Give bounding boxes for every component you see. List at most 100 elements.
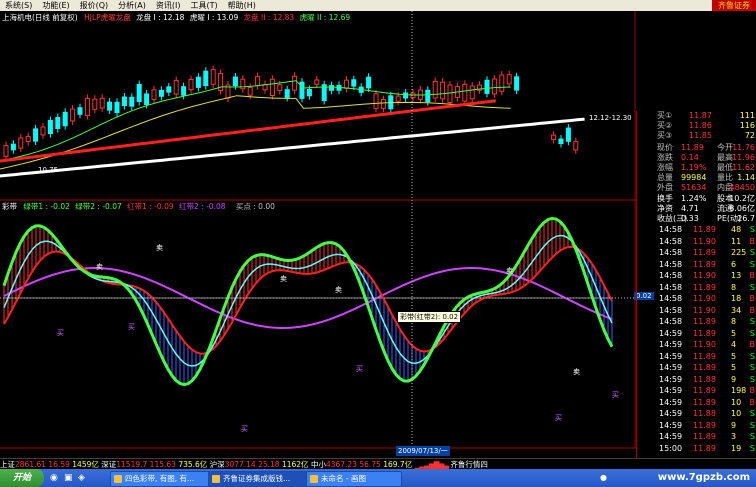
candle-body <box>121 96 127 107</box>
finance-row: 净资 4.71 流通 8.06亿 <box>637 204 756 214</box>
tick-time: 14:58 <box>659 282 683 292</box>
tick-time: 14:58 <box>659 294 683 303</box>
buy-marker: 买 <box>555 414 562 422</box>
chart-background <box>0 11 636 458</box>
tick-direction: S <box>749 225 755 234</box>
recent-range-label: 12.12-12.30 <box>589 114 632 122</box>
start-button[interactable]: 开始 <box>0 469 44 487</box>
tick-time: 14:59 <box>659 374 683 384</box>
menu-help[interactable]: 帮助(H) <box>223 0 261 11</box>
indicator-title: 彩带 <box>2 202 17 211</box>
tray-icon[interactable]: ● <box>600 473 607 482</box>
indicator-name: HJLP虎曜龙盘 <box>84 13 131 22</box>
bid-label: 买① <box>657 111 673 120</box>
tick-price: 11.89 <box>693 363 716 372</box>
tick-row: 15:00 11.89 19 S <box>637 444 756 454</box>
tick-row: 14:58 11.89 8 S <box>637 317 756 327</box>
candle-body <box>469 85 475 100</box>
menu-system[interactable]: 系统(S) <box>0 0 37 11</box>
tick-volume: 9 <box>731 420 737 430</box>
quote-key: 总量 <box>657 173 673 182</box>
hs-index-change: 25.18 <box>258 460 280 469</box>
tick-price: 11.89 <box>693 248 716 257</box>
tick-row: 14:58 11.90 34 B <box>637 306 756 316</box>
window-icon <box>114 475 122 483</box>
sz-index-value: 11519.7 <box>116 460 148 469</box>
tick-volume: 5 <box>731 351 737 361</box>
finance-value: 4.71 <box>681 204 699 213</box>
candle-body <box>432 80 438 99</box>
tick-time: 14:59 <box>659 351 683 361</box>
candle-body <box>269 78 275 96</box>
candle-body <box>92 98 98 110</box>
candle-body <box>499 74 505 92</box>
candle-body <box>403 92 409 99</box>
quote-key: 量比 <box>717 173 733 182</box>
candle-body <box>299 81 305 99</box>
hs-index-value: 3077.14 <box>224 460 256 469</box>
bid-label: 买③ <box>657 131 673 140</box>
candle-body <box>210 69 216 85</box>
sh-index-amount: 1459亿 <box>72 460 99 469</box>
candle-body <box>255 76 261 87</box>
red-band-2-value: 红带2 : -0.08 <box>179 202 226 211</box>
candle-body <box>10 143 16 151</box>
quicklaunch-ie-icon[interactable]: ◉ <box>50 473 58 483</box>
sell-marker: 卖 <box>506 267 513 275</box>
candle-body <box>40 126 46 136</box>
main-chart-header: 上海机电(日线 前复权) HJLP虎曜龙盘 龙盘 I : 12.18 虎曜 I … <box>2 12 350 23</box>
candle-body <box>166 86 172 93</box>
candle-body <box>491 78 497 95</box>
quote-panel: 买① 11.87 111 买② 11.86 116 买③ 11.85 72 现价 11.89 今开 1… <box>636 111 756 458</box>
quote-row: 涨幅 1.19% 最低 11.62 <box>637 163 756 173</box>
candle-body <box>158 89 164 97</box>
quote-row: 现价 11.89 今开 11.76 <box>637 143 756 153</box>
zx-index-amount: 169.7亿 <box>383 460 413 469</box>
finance-key: 净资 <box>657 204 673 213</box>
taskbar-button-paint[interactable]: 未命名 - 画图 <box>306 471 402 487</box>
stock-title: 上海机电(日线 前复权) <box>2 13 78 22</box>
buy-marker: 买 <box>612 391 619 399</box>
quicklaunch-media-icon[interactable]: ◈ <box>78 473 85 483</box>
tick-row: 14:59 11.89 5 S <box>637 329 756 339</box>
candle-body <box>84 97 90 117</box>
menu-quote[interactable]: 报价(Q) <box>75 0 114 11</box>
chart-area[interactable]: 13.5013.2513.0012.7512.5012.2512.0011.75… <box>0 11 636 458</box>
taskbar-button-label: 齐鲁证券集成版钱... <box>223 474 291 483</box>
tick-row: 14:59 11.89 10 B <box>637 398 756 408</box>
candle-body <box>558 138 564 145</box>
quote-value: 11.96 <box>732 153 755 162</box>
menu-tools[interactable]: 工具(T) <box>186 0 223 11</box>
candle-body <box>462 83 468 102</box>
candle-body <box>114 101 120 114</box>
candle-body <box>99 97 105 109</box>
tick-price: 11.89 <box>693 351 716 361</box>
tick-direction: B <box>749 271 756 280</box>
quote-value: 0.14 <box>681 153 699 162</box>
taskbar-button-trading-app[interactable]: 齐鲁证券集成版钱... <box>208 471 318 487</box>
tick-volume: 11 <box>731 236 742 246</box>
candle-body <box>3 145 9 157</box>
sz-index-change: 115.63 <box>149 460 176 469</box>
tick-direction: B <box>749 294 756 303</box>
tick-row: 14:58 11.89 6 S <box>637 260 756 270</box>
tick-price: 11.89 <box>693 443 716 453</box>
tick-volume: 198 <box>731 386 747 395</box>
menu-analysis[interactable]: 分析(A) <box>113 0 151 11</box>
quote-value: 1.14 <box>737 173 755 182</box>
tick-time: 14:58 <box>659 317 683 326</box>
tick-time: 14:59 <box>659 420 683 430</box>
cursor-date-badge: 2009/07/13/一 <box>396 446 450 456</box>
tick-volume: 18 <box>731 294 742 303</box>
huyao-1-value: 虎曜 I : 13.09 <box>189 13 239 22</box>
quote-value: 99984 <box>681 173 707 182</box>
quicklaunch-desktop-icon[interactable]: ▣ <box>64 473 73 483</box>
menu-info[interactable]: 资讯(I) <box>151 0 186 11</box>
taskbar-button-forum[interactable]: 四色彩带, 有图, 有... <box>110 471 220 487</box>
tick-price: 11.89 <box>693 282 716 292</box>
tick-time: 14:59 <box>659 397 683 407</box>
buy-marker: 买 <box>128 323 135 331</box>
tick-volume: 48 <box>731 225 742 234</box>
menu-function[interactable]: 功能(E) <box>37 0 74 11</box>
sh-index-label: 上证 <box>0 460 15 469</box>
